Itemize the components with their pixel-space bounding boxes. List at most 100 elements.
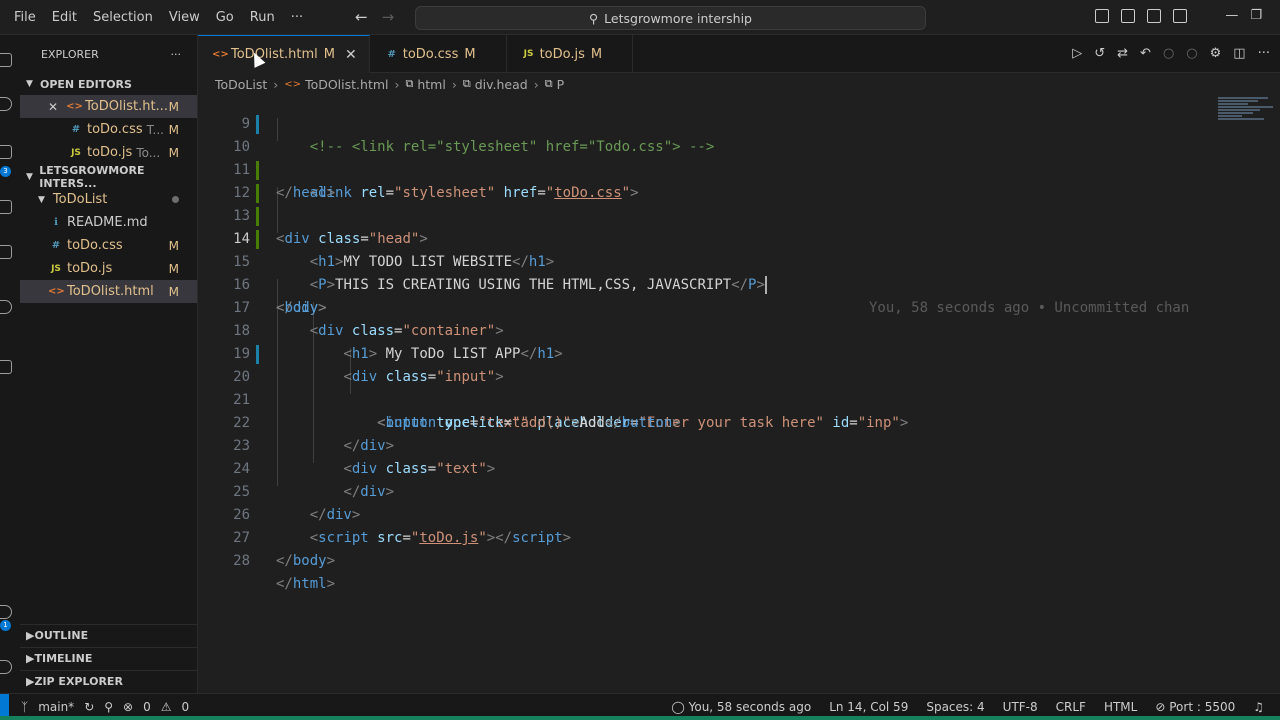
outline-label: OUTLINE: [34, 629, 89, 642]
toggle-panel-icon[interactable]: [1121, 8, 1136, 23]
open-editor-item[interactable]: ✕ <> ToDOlist.ht... M: [20, 95, 197, 118]
file-item[interactable]: JS toDo.js M: [20, 257, 197, 280]
notifications-icon[interactable]: ♫: [1253, 700, 1264, 714]
explorer-icon[interactable]: [0, 53, 12, 67]
added-gutter-marker: [256, 184, 259, 203]
more-actions-icon[interactable]: ···: [1258, 46, 1270, 61]
remote-explorer-icon[interactable]: [0, 300, 12, 314]
open-editor-item[interactable]: JS toDo.js To... M: [20, 141, 197, 164]
minimap[interactable]: [1218, 97, 1276, 131]
blame-status[interactable]: ◯ You, 58 seconds ago: [671, 700, 811, 714]
tab-label: ToDOlist.html: [231, 47, 318, 62]
tab-todolist-html[interactable]: <> ToDOlist.html M ✕: [198, 35, 370, 73]
code-editor[interactable]: 9 <!-- <link rel="stylesheet" href="Todo…: [198, 95, 1280, 693]
code-line: 13 <h1>MY TODO LIST WEBSITE</h1>: [198, 182, 1218, 270]
minimize-icon[interactable]: —: [1225, 8, 1238, 23]
restore-icon[interactable]: ❐: [1250, 8, 1262, 23]
extensions-icon[interactable]: [0, 245, 12, 259]
file-name: ToDOlist.html: [67, 284, 154, 299]
explorer-sidebar: EXPLORER ··· ▼ OPEN EDITORS ✕ <> ToDOlis…: [20, 35, 198, 693]
manage-gear-icon[interactable]: [0, 660, 12, 674]
timeline-label: TIMELINE: [34, 652, 93, 665]
branch-icon: ᛉ: [21, 700, 29, 714]
menu-edit[interactable]: Edit: [44, 10, 85, 25]
file-name: toDo.css: [67, 238, 123, 253]
no-entry-icon: ⊘: [1155, 700, 1170, 714]
git-graph-icon[interactable]: ⚲: [104, 700, 113, 714]
command-center-search[interactable]: ⚲ Letsgrowmore intership: [415, 6, 926, 30]
line-endings[interactable]: CRLF: [1056, 700, 1086, 714]
element-symbol-icon: ⧉: [462, 77, 471, 90]
indentation[interactable]: Spaces: 4: [926, 700, 984, 714]
next-change-icon[interactable]: ○: [1186, 46, 1197, 61]
revert-icon[interactable]: ↶: [1140, 46, 1151, 61]
compare-icon[interactable]: ⇄: [1117, 46, 1128, 61]
menu-selection[interactable]: Selection: [85, 10, 161, 25]
zip-explorer-label: ZIP EXPLORER: [34, 675, 123, 688]
more-actions-icon[interactable]: ···: [171, 48, 182, 61]
warning-count[interactable]: 0: [182, 700, 190, 714]
forward-arrow-icon[interactable]: →: [382, 8, 395, 26]
split-editor-icon[interactable]: ◫: [1233, 46, 1245, 61]
modified-badge: M: [323, 47, 335, 62]
back-arrow-icon[interactable]: ←: [355, 8, 368, 26]
git-branch[interactable]: main*: [38, 700, 74, 714]
accounts-badge: 1: [0, 620, 11, 631]
open-editors-header[interactable]: ▼ OPEN EDITORS: [20, 73, 197, 95]
prev-change-icon[interactable]: ○: [1163, 46, 1174, 61]
encoding[interactable]: UTF-8: [1003, 700, 1038, 714]
info-file-icon: ℹ: [54, 217, 58, 228]
outline-header[interactable]: ▶ OUTLINE: [20, 624, 198, 646]
menu-go[interactable]: Go: [208, 10, 242, 25]
modified-badge: M: [168, 145, 179, 160]
element-symbol-icon: ⧉: [405, 77, 414, 90]
open-changes-icon[interactable]: ⚙: [1210, 46, 1222, 61]
chevron-right-icon: ▶: [26, 675, 35, 688]
added-gutter-marker: [256, 161, 259, 180]
source-control-badge: 3: [0, 166, 11, 177]
close-icon[interactable]: ✕: [48, 100, 58, 114]
file-item[interactable]: ℹ README.md: [20, 211, 197, 234]
folder-item[interactable]: ▼ ToDoList: [20, 188, 197, 211]
run-debug-icon[interactable]: [0, 200, 12, 214]
html-file-icon: <>: [284, 78, 302, 90]
code-line: 26 <script src="toDo.js"></script>: [198, 481, 1218, 546]
open-editor-item[interactable]: # toDo.css T... M: [20, 118, 197, 141]
toggle-secondary-sidebar-icon[interactable]: [1147, 8, 1162, 23]
menu-bar: File Edit Selection View Go Run ···: [0, 10, 311, 25]
commit-icon: ◯: [671, 700, 689, 714]
file-item-selected[interactable]: <> ToDOlist.html M: [20, 280, 197, 303]
zip-explorer-header[interactable]: ▶ ZIP EXPLORER: [20, 670, 198, 692]
cursor-position[interactable]: Ln 14, Col 59: [829, 700, 908, 714]
css-file-icon: #: [387, 48, 396, 60]
menu-view[interactable]: View: [161, 10, 208, 25]
sync-icon[interactable]: ↻: [84, 700, 94, 714]
file-name: README.md: [67, 215, 148, 230]
source-control-icon[interactable]: [0, 145, 12, 159]
testing-icon[interactable]: [0, 360, 12, 374]
tab-todo-css[interactable]: # toDo.css M: [370, 35, 507, 73]
language-mode[interactable]: HTML: [1104, 700, 1137, 714]
code-line: 28 </html>: [198, 527, 1218, 592]
live-server[interactable]: ⊘ Port : 5500: [1155, 700, 1235, 714]
code-line: 16 <body>: [198, 251, 1218, 316]
code-line: 27 </body>: [198, 504, 1218, 569]
accounts-icon[interactable]: [0, 605, 12, 619]
toggle-sidebar-icon[interactable]: [1095, 8, 1110, 23]
tab-todo-js[interactable]: JS toDo.js M: [507, 35, 634, 73]
project-header[interactable]: ▼ LETSGROWMORE INTERS...: [20, 164, 197, 190]
added-gutter-marker: [256, 230, 259, 249]
run-icon[interactable]: ▷: [1072, 46, 1082, 61]
menu-file[interactable]: File: [6, 10, 44, 25]
modified-badge: M: [168, 261, 179, 276]
customize-layout-icon[interactable]: [1173, 8, 1188, 23]
chevron-right-icon: ▶: [26, 652, 35, 665]
close-icon[interactable]: ✕: [345, 47, 357, 63]
history-icon[interactable]: ↺: [1094, 46, 1105, 61]
file-item[interactable]: # toDo.css M: [20, 234, 197, 257]
timeline-header[interactable]: ▶ TIMELINE: [20, 647, 198, 669]
search-activity-icon[interactable]: [0, 97, 12, 111]
menu-run[interactable]: Run: [242, 10, 283, 25]
menu-more[interactable]: ···: [283, 10, 311, 25]
error-count[interactable]: 0: [143, 700, 151, 714]
